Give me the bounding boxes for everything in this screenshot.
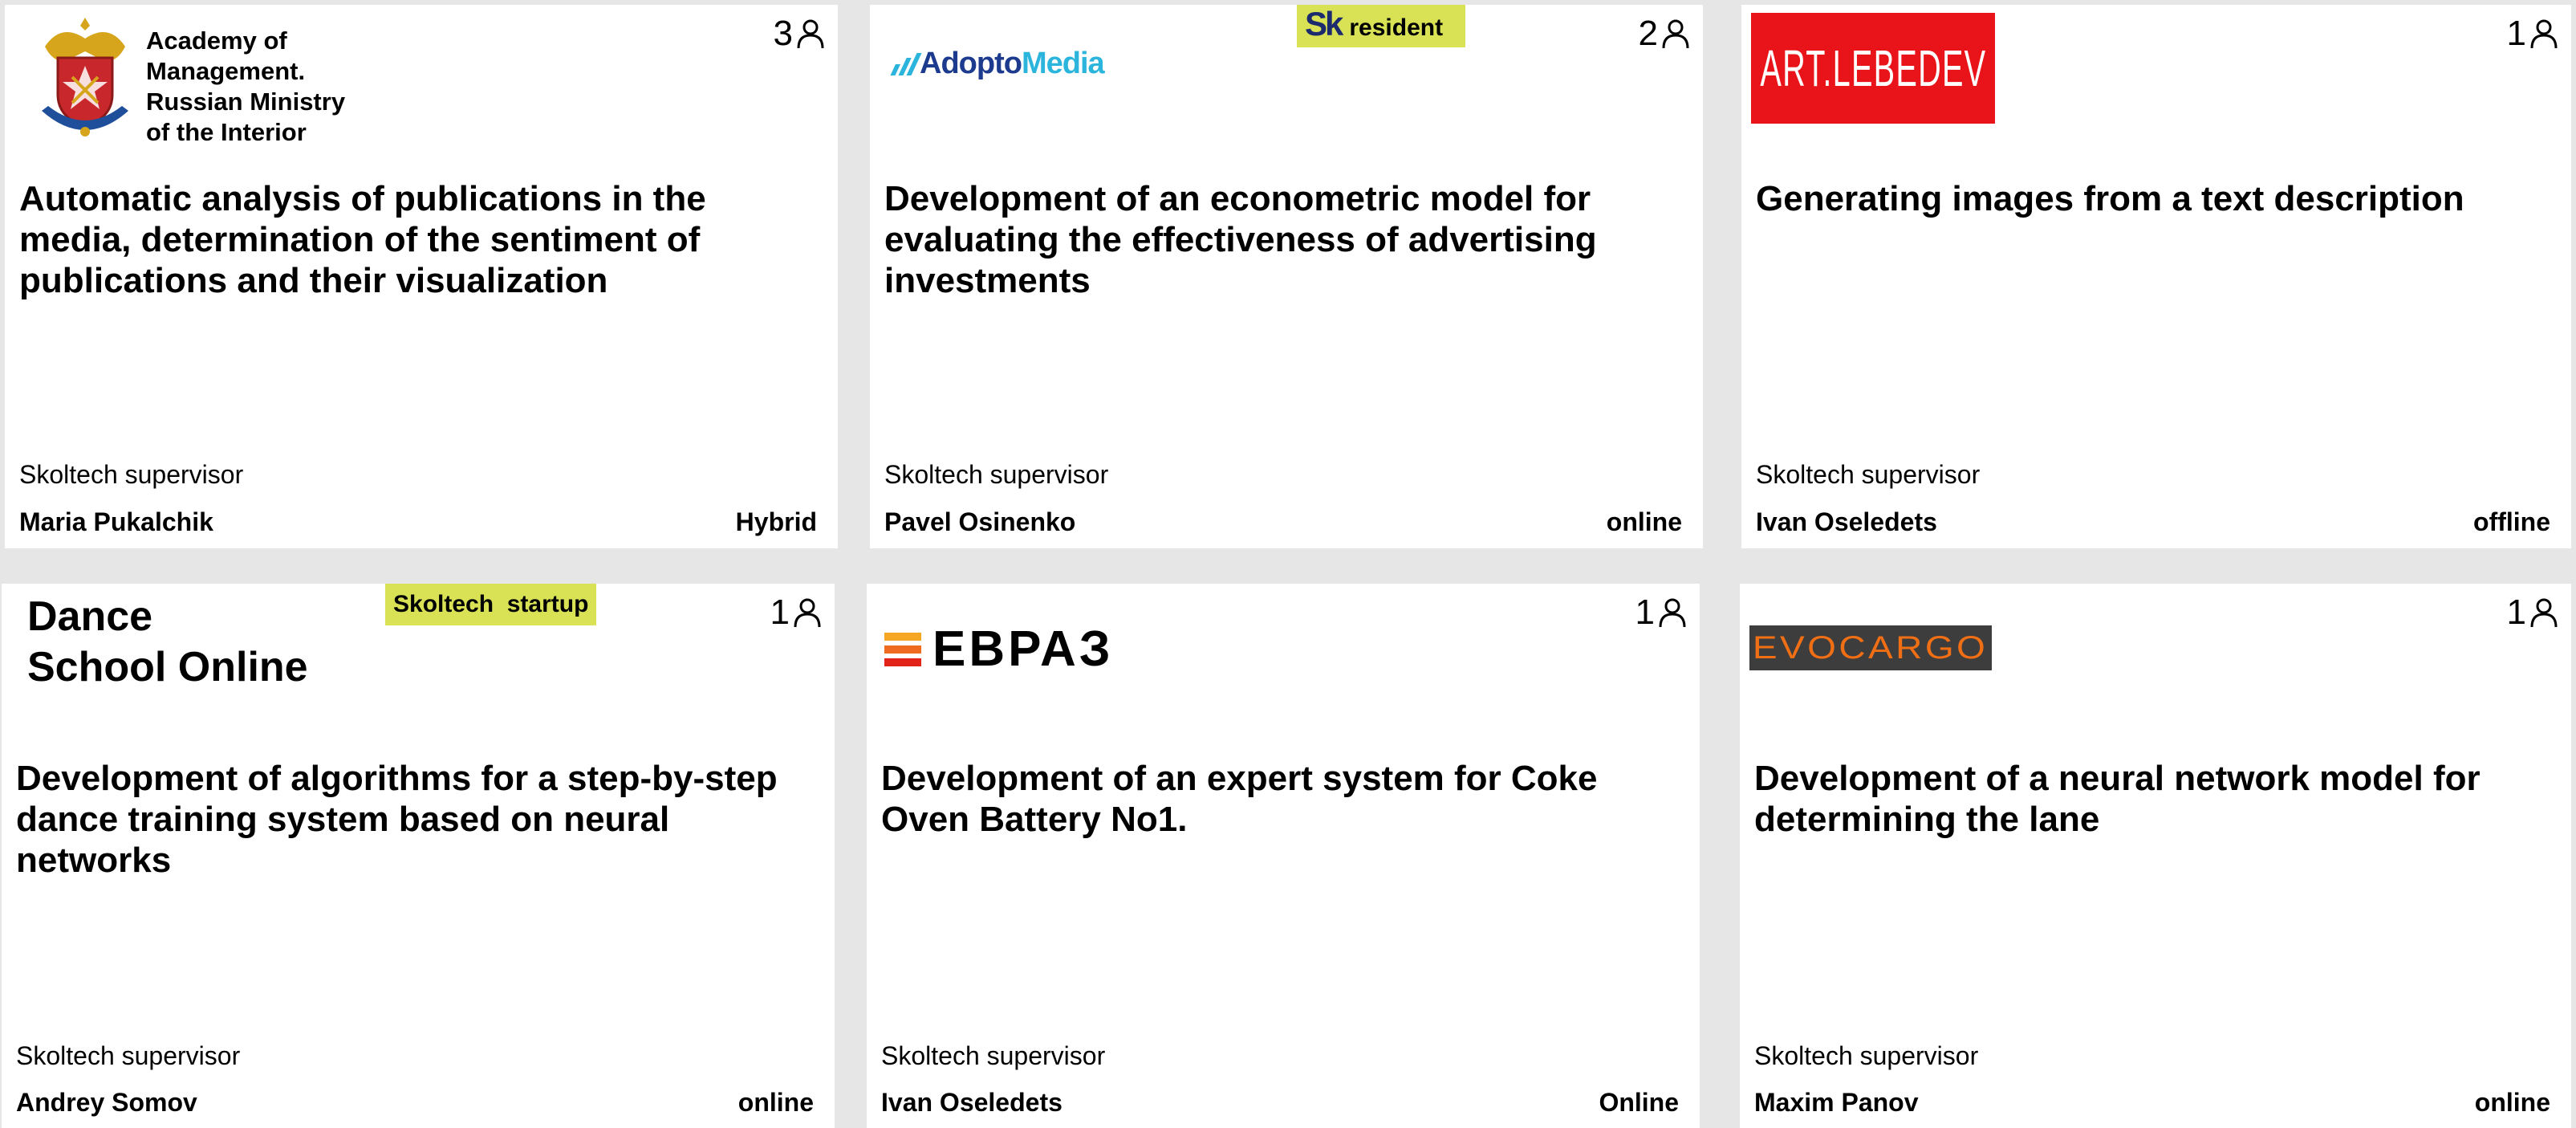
logo-text-prefix: Adopto — [920, 47, 1022, 80]
person-icon — [797, 19, 824, 49]
person-icon — [2530, 598, 2558, 628]
person-icon — [1659, 598, 1686, 628]
project-card[interactable]: ART.LEBEDEV 1 Generating images from a t… — [1741, 5, 2571, 548]
supervisor-name: Ivan Oseledets — [881, 1088, 1062, 1117]
project-title: Automatic analysis of publications in th… — [19, 179, 706, 300]
logo-text: ART.LEBEDEV — [1760, 39, 1986, 97]
sk-mark: Sk — [1305, 5, 1343, 43]
badge-mark: Skoltech — [393, 591, 494, 617]
evraz-logo: ЕВРАЗ — [884, 625, 1114, 674]
evraz-stripes-icon — [884, 633, 921, 666]
participant-count-number: 1 — [1635, 593, 1655, 632]
work-format: online — [737, 1088, 814, 1117]
badge-label: startup — [506, 591, 589, 617]
participant-count-number: 3 — [773, 14, 793, 53]
participant-count: 1 — [2507, 16, 2558, 51]
supervisor-name: Maxim Panov — [1754, 1088, 1919, 1117]
logo-text: EVOCARGO — [1753, 629, 1989, 666]
supervisor-name: Pavel Osinenko — [884, 507, 1076, 536]
startup-badge: Skoltech startup — [385, 584, 597, 625]
supervisor-label: Skoltech supervisor — [884, 460, 1109, 489]
project-title: Development of a neural network model fo… — [1754, 759, 2481, 839]
person-icon — [2530, 19, 2558, 49]
supervisor-name: Maria Pukalchik — [19, 507, 213, 536]
work-format: Online — [1599, 1088, 1679, 1117]
supervisor-label: Skoltech supervisor — [881, 1041, 1106, 1070]
work-format: online — [1606, 507, 1682, 536]
evocargo-logo: EVOCARGO — [1749, 625, 1992, 670]
project-title: Development of an expert system for Coke… — [881, 759, 1598, 839]
dance-school-logo: Dance School Online — [27, 593, 308, 690]
supervisor-label: Skoltech supervisor — [1756, 460, 1981, 489]
project-title: Development of algorithms for a step-by-… — [16, 759, 778, 880]
participant-count-number: 1 — [770, 593, 790, 632]
supervisor-label: Skoltech supervisor — [1754, 1041, 1979, 1070]
participant-count: 3 — [774, 16, 825, 51]
supervisor-label: Skoltech supervisor — [19, 460, 244, 489]
art-lebedev-logo: ART.LEBEDEV — [1751, 13, 1995, 124]
participant-count: 1 — [2507, 595, 2558, 630]
participant-count-number: 1 — [2506, 593, 2526, 632]
participant-count-number: 2 — [1638, 14, 1658, 53]
project-card[interactable]: Academy of Management. Russian Ministry … — [5, 5, 838, 548]
adopto-mark-icon — [890, 52, 922, 75]
work-format: offline — [2473, 507, 2550, 536]
coat-of-arms-icon — [42, 18, 128, 136]
project-card[interactable]: Adopto Media Sk resident 2 Development of … — [870, 5, 1703, 548]
participant-count: 1 — [770, 595, 822, 630]
supervisor-name: Ivan Oseledets — [1756, 507, 1937, 536]
badge-label: resident — [1349, 14, 1444, 41]
logo-text-suffix: Media — [1021, 47, 1105, 80]
participant-count: 2 — [1639, 16, 1690, 51]
project-card[interactable]: ЕВРАЗ 1 Development of an expert system … — [867, 584, 1700, 1128]
participant-count-number: 1 — [2506, 14, 2526, 53]
work-format: online — [2474, 1088, 2550, 1117]
project-title: Generating images from a text descriptio… — [1756, 179, 2464, 218]
academy-name: Academy of Management. Russian Ministry … — [146, 26, 346, 146]
work-format: Hybrid — [735, 507, 817, 536]
participant-count: 1 — [1635, 595, 1687, 630]
supervisor-label: Skoltech supervisor — [16, 1041, 241, 1070]
project-card[interactable]: Dance School Online Skoltech startup 1 D… — [2, 584, 835, 1128]
resident-badge: Sk resident — [1297, 5, 1466, 47]
person-icon — [1662, 19, 1689, 49]
project-title: Development of an econometric model for … — [884, 179, 1597, 300]
person-icon — [794, 598, 821, 628]
supervisor-name: Andrey Somov — [16, 1088, 197, 1117]
logo-text: ЕВРАЗ — [932, 621, 1114, 677]
project-card[interactable]: EVOCARGO 1 Development of a neural netwo… — [1740, 584, 2571, 1128]
adopto-media-logo: Adopto Media — [890, 47, 1105, 81]
academy-logo: Academy of Management. Russian Ministry … — [37, 14, 345, 148]
